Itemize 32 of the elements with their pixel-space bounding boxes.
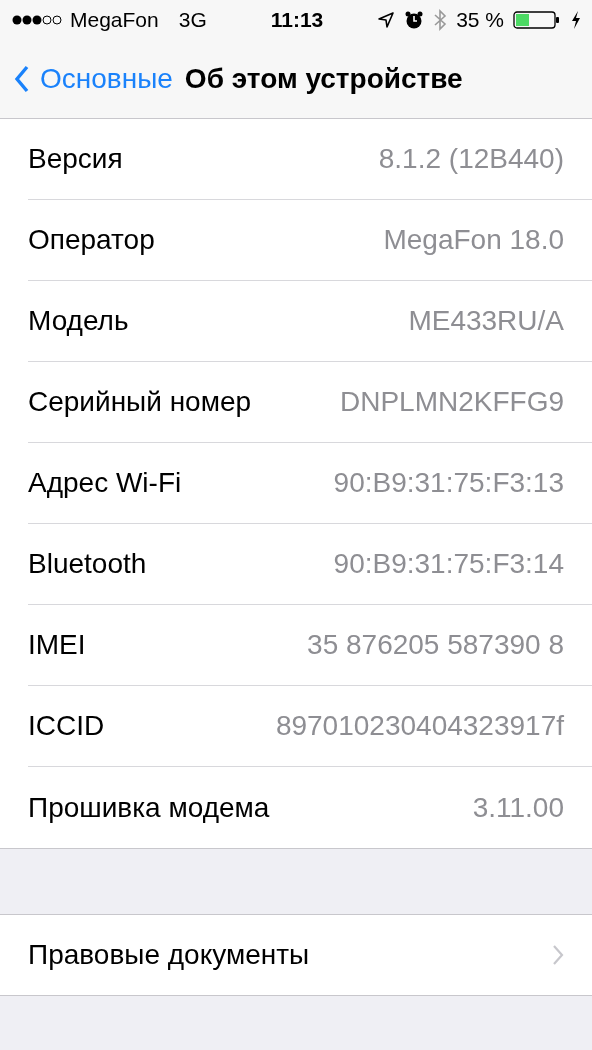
carrier-name: MegaFon bbox=[70, 8, 159, 32]
row-label: Версия bbox=[28, 143, 123, 175]
battery-icon bbox=[513, 10, 561, 30]
row-label: Модель bbox=[28, 305, 129, 337]
row-value: 35 876205 587390 8 bbox=[307, 629, 564, 661]
location-arrow-icon bbox=[377, 11, 396, 29]
row-label: Серийный номер bbox=[28, 386, 252, 418]
row-value: 90:B9:31:75:F3:14 bbox=[333, 548, 564, 580]
row-label: ICCID bbox=[28, 710, 105, 742]
alarm-clock-icon bbox=[404, 10, 425, 30]
row-value: 90:B9:31:75:F3:13 bbox=[333, 467, 564, 499]
row-value: 897010230404323917f bbox=[275, 710, 564, 742]
chevron-right-icon bbox=[552, 944, 564, 966]
row-value: DNPLMN2KFFG9 bbox=[339, 386, 564, 418]
row-label: Оператор bbox=[28, 224, 155, 256]
list-item[interactable]: Правовые документы bbox=[28, 915, 592, 995]
battery-percent: 35 % bbox=[456, 8, 504, 32]
bluetooth-icon bbox=[433, 9, 448, 31]
chevron-left-icon bbox=[14, 65, 30, 93]
row-value: 8.1.2 (12B440) bbox=[378, 143, 564, 175]
network-type: 3G bbox=[178, 8, 207, 32]
nav-title: Об этом устройстве bbox=[184, 63, 463, 95]
row-value: ME433RU/A bbox=[408, 305, 564, 337]
row-value: 3.11.00 bbox=[472, 791, 564, 824]
row-label: Прошивка модема bbox=[28, 791, 270, 824]
row-label: Bluetooth bbox=[28, 548, 147, 580]
row-label: IMEI bbox=[28, 629, 86, 661]
row-value: MegaFon 18.0 bbox=[383, 224, 564, 256]
signal-icon bbox=[12, 14, 62, 26]
charging-bolt-icon bbox=[570, 10, 582, 30]
row-label: Адрес Wi-Fi bbox=[28, 467, 182, 499]
status-time: 11:13 bbox=[270, 8, 324, 32]
